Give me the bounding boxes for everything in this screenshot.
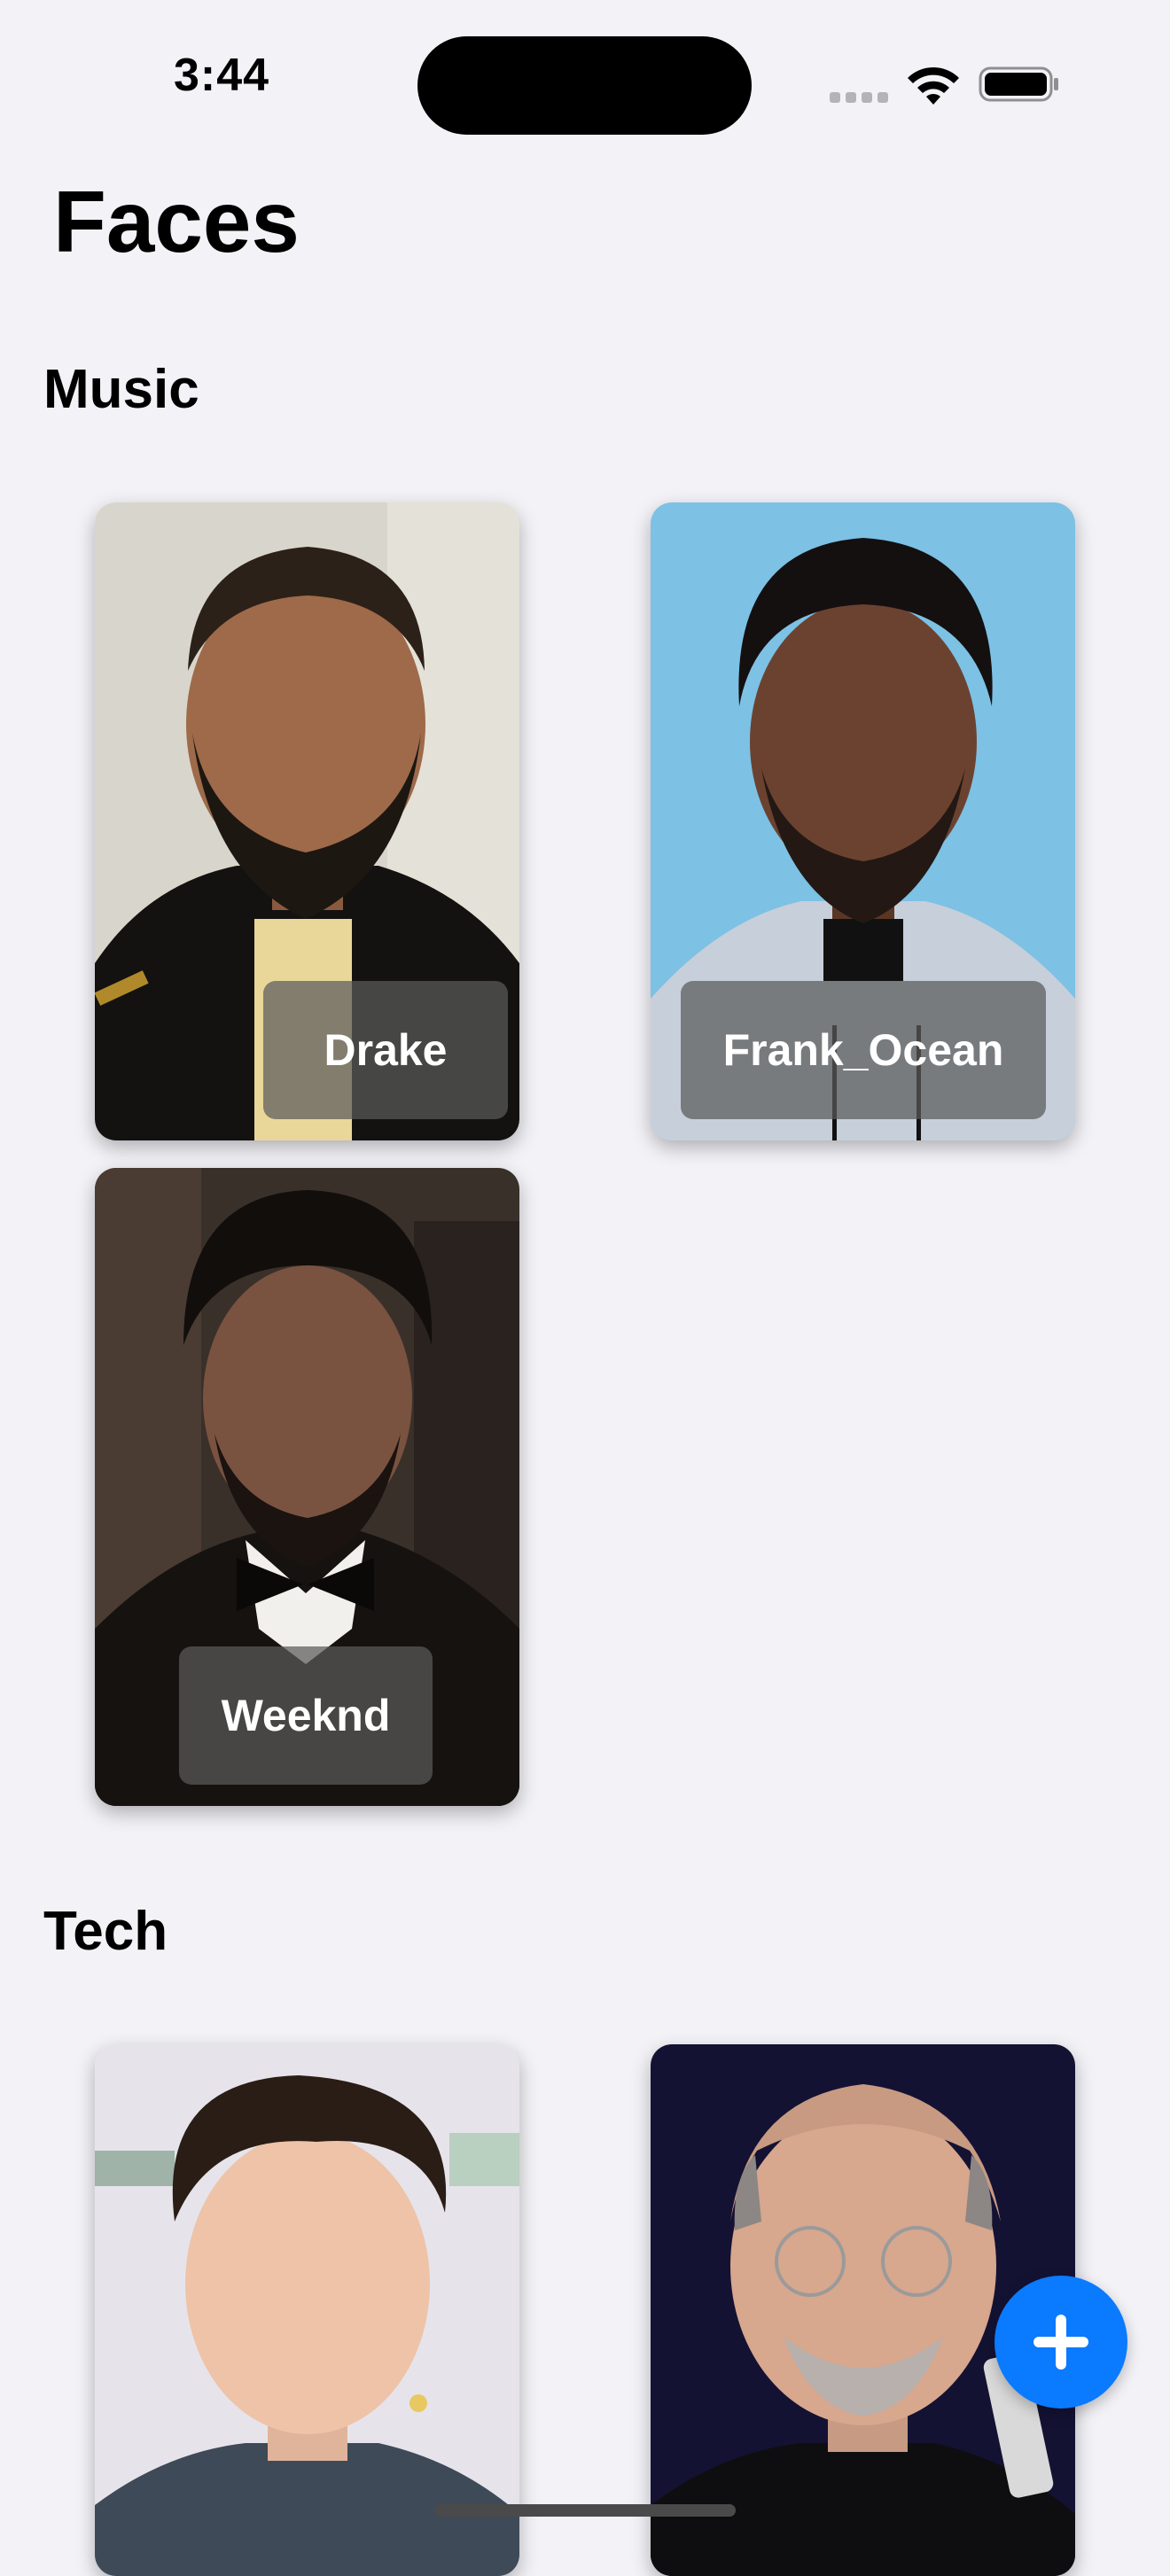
cellular-signal-icon: [830, 92, 888, 103]
wifi-icon: [908, 66, 959, 105]
plus-icon: [1034, 2315, 1088, 2370]
name-label: Drake: [263, 981, 508, 1119]
face-card-weeknd[interactable]: Weeknd: [95, 1168, 519, 1806]
portrait-image: [95, 2044, 519, 2576]
add-button[interactable]: [994, 2276, 1127, 2409]
face-card-frank-ocean[interactable]: Frank_Ocean: [651, 502, 1075, 1140]
section-title-music: Music: [43, 359, 199, 420]
status-time: 3:44: [173, 50, 270, 101]
status-bar: 3:44: [0, 0, 1170, 168]
page-title: Faces: [53, 173, 300, 270]
home-indicator[interactable]: [434, 2504, 736, 2517]
name-label: Frank_Ocean: [681, 981, 1046, 1119]
face-card-drake[interactable]: Drake: [95, 502, 519, 1140]
dynamic-island: [417, 36, 752, 135]
battery-icon: [979, 66, 1058, 102]
face-card-tech-1[interactable]: [95, 2044, 519, 2576]
name-label: Weeknd: [179, 1646, 433, 1785]
section-title-tech: Tech: [43, 1901, 168, 1962]
